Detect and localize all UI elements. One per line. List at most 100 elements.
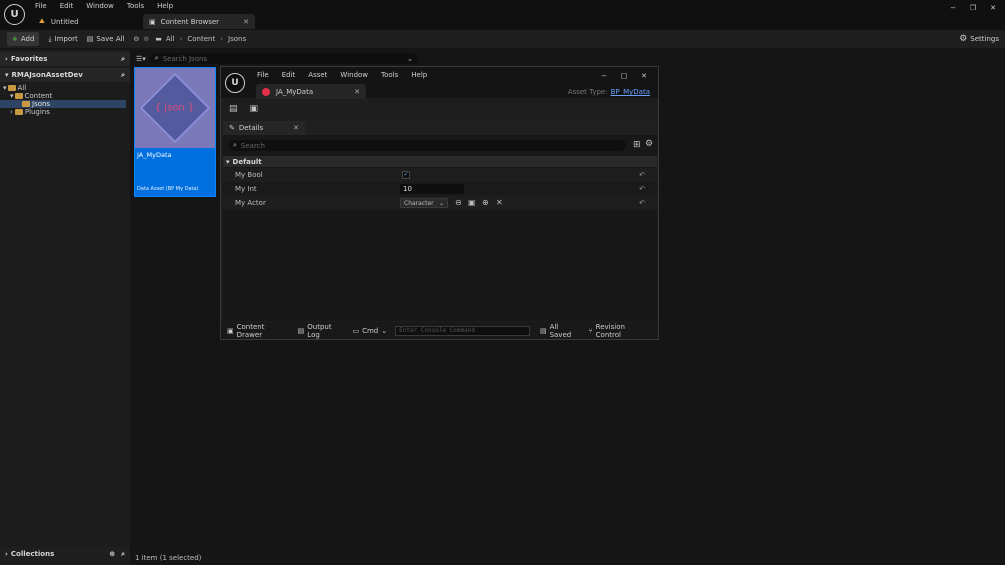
console-icon: ▭: [352, 326, 360, 335]
my-bool-checkbox[interactable]: ✓: [402, 171, 410, 179]
folder-tree: ▾ All ▾ Content Jsons › Plugins: [0, 82, 130, 116]
search-icon[interactable]: ⌕: [121, 55, 125, 64]
my-actor-dropdown[interactable]: Character ⌄: [400, 198, 448, 208]
menu-edit[interactable]: Edit: [60, 2, 74, 10]
search-icon[interactable]: ⌕: [121, 71, 125, 80]
chevron-down-icon: ⌄: [381, 326, 388, 335]
pick-actor-icon[interactable]: ⊕: [482, 198, 489, 207]
all-saved-button[interactable]: ▤ All Saved: [540, 323, 581, 339]
prop-my-int-label: My Int: [235, 185, 257, 193]
asset-search-placeholder: Search Jsons: [162, 54, 208, 63]
breadcrumb-all[interactable]: All: [166, 35, 175, 43]
console-input[interactable]: Enter Console Command: [395, 325, 530, 336]
details-search-input[interactable]: ⌕ Search: [228, 140, 626, 151]
editor-menu-help[interactable]: Help: [411, 71, 427, 79]
filter-icon[interactable]: ☰▾: [136, 55, 146, 63]
tree-item-jsons[interactable]: Jsons: [0, 100, 126, 108]
asset-type-info: Asset Type: BP_MyData: [568, 88, 650, 96]
asset-type: Data Asset (BP My Data): [137, 186, 199, 192]
close-tab-icon[interactable]: ✕: [243, 18, 249, 26]
table-view-icon[interactable]: ⊞: [633, 140, 641, 150]
menu-file[interactable]: File: [35, 2, 47, 10]
tab-untitled[interactable]: ⛰ Untitled: [33, 14, 141, 29]
close-button[interactable]: ✕: [983, 4, 1003, 12]
status-text: 1 item (1 selected): [135, 554, 202, 562]
close-button[interactable]: ✕: [634, 72, 654, 80]
plus-icon: +: [12, 35, 18, 43]
content-drawer-label: Content Drawer: [236, 322, 265, 339]
asset-type-link[interactable]: BP_MyData: [611, 88, 650, 96]
editor-menu-asset[interactable]: Asset: [308, 71, 327, 79]
folder-icon: [14, 93, 23, 99]
tab-ja-mydata[interactable]: JA_MyData ✕: [256, 84, 366, 99]
use-selected-icon[interactable]: ⊖: [455, 198, 462, 207]
sidebar: › Favorites ⌕ ▾ RMAJsonAssetDev ⌕ ▾ All ▾…: [0, 50, 130, 565]
asset-type-label: Asset Type:: [567, 88, 608, 96]
output-log-button[interactable]: ▤ Output Log: [298, 323, 345, 339]
browse-icon[interactable]: ▣: [468, 198, 476, 207]
maximize-button[interactable]: □: [614, 72, 634, 80]
favorites-header[interactable]: › Favorites ⌕: [0, 52, 130, 66]
browse-to-asset-icon[interactable]: ▣: [250, 104, 259, 114]
minimize-button[interactable]: −: [594, 72, 614, 80]
save-status-icon: ▤: [539, 326, 547, 335]
editor-menu-window[interactable]: Window: [340, 71, 368, 79]
tab-details[interactable]: ✎ Details ✕: [223, 121, 305, 135]
save-icon[interactable]: ▤: [229, 104, 238, 114]
breadcrumb-content[interactable]: Content: [187, 35, 215, 43]
tab-untitled-label: Untitled: [50, 17, 79, 26]
unreal-logo-icon[interactable]: U: [4, 4, 25, 25]
editor-menu-file[interactable]: File: [257, 71, 269, 79]
revision-control-button[interactable]: ⑂ Revision Control: [588, 323, 650, 339]
add-button[interactable]: + Add: [7, 32, 40, 46]
collections-header[interactable]: › Collections ⊕ ⌕: [0, 547, 130, 561]
close-tab-icon[interactable]: ✕: [293, 124, 299, 132]
collapse-icon: ›: [5, 550, 8, 558]
asset-search-input[interactable]: ⌕ Search Jsons ⌄: [149, 53, 418, 64]
tree-item-plugins[interactable]: › Plugins: [0, 108, 130, 116]
import-button[interactable]: ⤓ Import: [48, 32, 77, 46]
minimize-button[interactable]: −: [943, 4, 963, 12]
log-icon: ▤: [297, 326, 305, 335]
tab-content-browser[interactable]: ▣ Content Browser ✕: [143, 14, 255, 29]
breadcrumb-jsons[interactable]: Jsons: [228, 35, 246, 43]
close-tab-icon[interactable]: ✕: [354, 88, 360, 96]
my-int-input[interactable]: 10: [400, 184, 464, 194]
breadcrumb-separator-icon: ›: [220, 35, 224, 43]
collections-label: Collections: [10, 550, 55, 558]
prop-my-actor: My Actor Character ⌄ ⊖ ▣ ⊕ ✕ ↶: [223, 196, 657, 210]
search-icon: ⌕: [154, 54, 159, 62]
tree-item-content[interactable]: ▾ Content: [0, 92, 130, 100]
cmd-dropdown[interactable]: ▭ Cmd ⌄: [352, 327, 387, 335]
add-collection-icon[interactable]: ⊕: [109, 550, 115, 558]
settings-button[interactable]: ⚙ Settings: [959, 32, 999, 46]
editor-menu-edit[interactable]: Edit: [282, 71, 296, 79]
save-all-label: Save All: [96, 35, 125, 43]
menu-help[interactable]: Help: [157, 2, 173, 10]
clear-icon[interactable]: ✕: [496, 198, 503, 207]
category-default[interactable]: ▾ Default: [223, 156, 657, 167]
save-all-button[interactable]: ▤ Save All: [87, 32, 125, 46]
menu-window[interactable]: Window: [86, 2, 114, 10]
reset-to-default-icon[interactable]: ↶: [639, 185, 645, 193]
chevron-down-icon[interactable]: ⌄: [407, 55, 413, 63]
history-forward-icon[interactable]: ⊕: [143, 35, 149, 43]
history-back-icon[interactable]: ⊖: [134, 35, 140, 43]
reset-to-default-icon[interactable]: ↶: [639, 171, 645, 179]
content-browser-icon: ▣: [149, 17, 156, 26]
editor-menu: File Edit Asset Window Tools Help: [257, 71, 440, 79]
search-icon[interactable]: ⌕: [121, 550, 125, 559]
project-header[interactable]: ▾ RMAJsonAssetDev ⌕: [0, 68, 130, 82]
tree-item-all[interactable]: ▾ All: [0, 84, 130, 92]
expand-icon: ▾: [5, 71, 9, 79]
menu-tools[interactable]: Tools: [127, 2, 144, 10]
asset-tile[interactable]: { json } JA_MyData Data Asset (BP My Dat…: [134, 67, 216, 197]
console-placeholder: Enter Console Command: [399, 327, 475, 334]
reset-to-default-icon[interactable]: ↶: [639, 199, 645, 207]
gear-icon[interactable]: ⚙: [645, 139, 653, 149]
breadcrumb-separator-icon: ›: [179, 35, 183, 43]
expand-icon: ▾: [3, 84, 7, 92]
editor-menu-tools[interactable]: Tools: [381, 71, 398, 79]
restore-button[interactable]: ❐: [963, 4, 983, 12]
content-drawer-button[interactable]: ▣ Content Drawer: [227, 323, 290, 339]
